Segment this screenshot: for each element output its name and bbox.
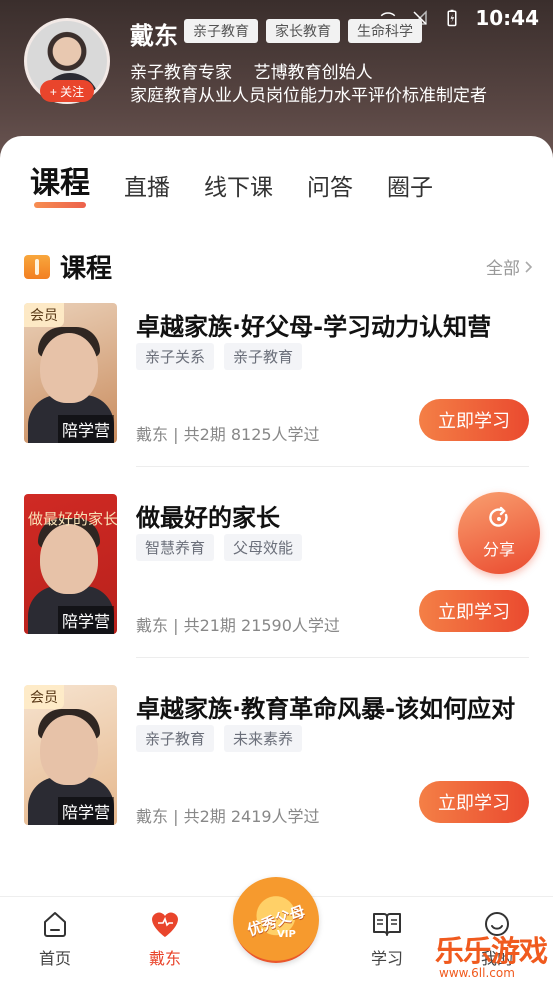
profile-tag: 生命科学	[348, 19, 422, 43]
divider	[136, 657, 529, 658]
nav-label: 首页	[38, 949, 71, 968]
promo-label: 优秀父母	[244, 901, 308, 940]
nav-label: 戴东	[148, 949, 181, 968]
profile-description: 亲子教育专家 艺博教育创始人 家庭教育从业人员岗位能力水平评价标准制定者	[130, 62, 487, 108]
section-title: 课程	[60, 254, 113, 284]
tab-bar: 课程 直播 线下课 问答 圈子	[30, 158, 433, 208]
course-card[interactable]: 会员 陪学营 卓越家族·好父母-学习动力认知营 亲子关系 亲子教育 戴东 | 共…	[24, 303, 529, 467]
course-cover[interactable]: 会员 陪学营	[24, 685, 117, 825]
promo-sub-label: VIP	[277, 929, 296, 940]
profile-desc-line: 亲子教育专家 艺博教育创始人	[130, 63, 373, 83]
course-tag: 未来素养	[224, 725, 303, 752]
tab-offline[interactable]: 线下课	[204, 168, 273, 202]
cover-ribbon: 陪学营	[58, 797, 115, 825]
tab-label: 课程	[30, 166, 90, 201]
course-meta: 戴东 | 共2期 8125人学过	[136, 425, 320, 444]
share-icon	[489, 506, 508, 527]
course-tags: 亲子关系 亲子教育	[136, 343, 303, 370]
member-badge: 会员	[24, 303, 64, 327]
study-now-button[interactable]: 立即学习	[419, 781, 529, 823]
course-card[interactable]: 做最好的家长 陪学营 做最好的家长 智慧养育 父母效能 戴东 | 共21期 21…	[24, 494, 529, 658]
share-label: 分享	[482, 540, 515, 559]
view-all-label: 全部	[486, 259, 520, 279]
nav-teacher[interactable]: 戴东	[130, 909, 200, 969]
share-button[interactable]: 分享	[458, 492, 540, 574]
course-meta: 戴东 | 共21期 21590人学过	[136, 616, 340, 635]
teacher-name: 戴东	[130, 22, 178, 50]
course-title[interactable]: 卓越家族·教育革命风暴-该如何应对	[136, 689, 515, 724]
tab-qa[interactable]: 问答	[307, 168, 353, 202]
course-meta: 戴东 | 共2期 2419人学过	[136, 807, 320, 826]
course-tags: 亲子教育 未来素养	[136, 725, 303, 752]
course-tag: 亲子教育	[136, 725, 215, 752]
divider	[136, 466, 529, 467]
site-watermark: 乐乐游戏 www.6ll.com	[435, 928, 553, 980]
follow-button[interactable]: + 关注	[40, 80, 94, 102]
section-header: 课程 全部	[24, 248, 534, 285]
course-cover[interactable]: 做最好的家长 陪学营	[24, 494, 117, 634]
book-icon	[24, 254, 50, 279]
cover-title: 做最好的家长	[28, 510, 117, 528]
home-icon	[44, 912, 66, 937]
course-tag: 父母效能	[224, 534, 303, 561]
nav-home[interactable]: 首页	[20, 909, 90, 969]
course-tag: 亲子教育	[224, 343, 303, 370]
open-book-icon	[373, 913, 401, 936]
watermark-text: 乐乐游戏	[435, 934, 548, 968]
chevron-right-icon	[525, 260, 533, 273]
tab-circle[interactable]: 圈子	[387, 168, 433, 202]
nav-study[interactable]: 学习	[352, 909, 422, 969]
study-now-button[interactable]: 立即学习	[419, 590, 529, 632]
profile-tags: 亲子教育 家长教育 生命科学	[184, 19, 422, 43]
profile-desc-line: 家庭教育从业人员岗位能力水平评价标准制定者	[130, 86, 487, 106]
course-tag: 智慧养育	[136, 534, 215, 561]
course-tags: 智慧养育 父母效能	[136, 534, 303, 561]
cover-ribbon: 陪学营	[58, 606, 115, 634]
status-time: 10:44	[475, 6, 539, 30]
view-all-link[interactable]: 全部	[486, 254, 534, 279]
member-badge: 会员	[24, 685, 64, 709]
promo-button[interactable]: 优秀父母 VIP	[233, 877, 319, 963]
tab-courses[interactable]: 课程	[30, 158, 90, 208]
cover-ribbon: 陪学营	[58, 415, 115, 443]
course-tag: 亲子关系	[136, 343, 215, 370]
battery-icon	[447, 9, 457, 27]
profile-tag: 家长教育	[266, 19, 340, 43]
course-title[interactable]: 卓越家族·好父母-学习动力认知营	[136, 307, 491, 342]
heart-icon	[152, 912, 178, 937]
nav-label: 学习	[370, 949, 403, 968]
course-cover[interactable]: 会员 陪学营	[24, 303, 117, 443]
profile-tag: 亲子教育	[184, 19, 258, 43]
course-card[interactable]: 会员 陪学营 卓越家族·教育革命风暴-该如何应对 亲子教育 未来素养 戴东 | …	[24, 685, 529, 835]
course-title[interactable]: 做最好的家长	[136, 498, 280, 533]
study-now-button[interactable]: 立即学习	[419, 399, 529, 441]
tab-live[interactable]: 直播	[124, 168, 170, 202]
